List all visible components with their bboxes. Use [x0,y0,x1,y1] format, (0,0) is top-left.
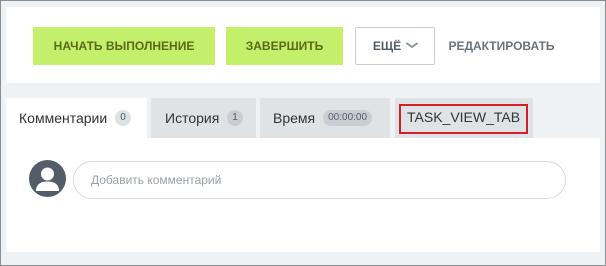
comments-panel: Добавить комментарий [6,138,600,252]
task-tabs: Комментарии 0 История 1 Время 00:00:00 T… [6,98,600,138]
start-task-label: НАЧАТЬ ВЫПОЛНЕНИЕ [53,39,195,53]
finish-task-button[interactable]: ЗАВЕРШИТЬ [226,27,343,65]
tab-task-view[interactable]: TASK_VIEW_TAB [395,98,533,138]
chevron-down-icon [405,41,419,52]
tab-history-label: История [165,110,220,126]
start-task-button[interactable]: НАЧАТЬ ВЫПОЛНЕНИЕ [33,27,215,65]
tab-time[interactable]: Время 00:00:00 [260,98,390,138]
more-actions-button[interactable]: ЕЩЁ [355,27,435,65]
task-view-frame: НАЧАТЬ ВЫПОЛНЕНИЕ ЗАВЕРШИТЬ ЕЩЁ РЕДАКТИР… [0,0,606,266]
more-actions-label: ЕЩЁ [372,39,402,53]
tab-history-counter: 1 [227,110,243,126]
tab-time-counter: 00:00:00 [323,110,373,126]
user-icon [36,167,59,191]
tab-comments-label: Комментарии [19,110,108,126]
tab-task-view-label: TASK_VIEW_TAB [407,109,521,125]
tab-comments[interactable]: Комментарии 0 [6,98,147,138]
comment-input[interactable]: Добавить комментарий [73,161,566,199]
task-toolbar: НАЧАТЬ ВЫПОЛНЕНИЕ ЗАВЕРШИТЬ ЕЩЁ РЕДАКТИР… [6,7,600,83]
comment-placeholder: Добавить комментарий [91,173,222,187]
tab-time-label: Время [273,110,316,126]
tab-comments-counter: 0 [115,110,131,126]
tab-history[interactable]: История 1 [151,98,256,138]
edit-task-label: РЕДАКТИРОВАТЬ [448,39,555,53]
finish-task-label: ЗАВЕРШИТЬ [245,39,324,53]
avatar [29,160,66,197]
edit-task-button[interactable]: РЕДАКТИРОВАТЬ [444,27,559,65]
